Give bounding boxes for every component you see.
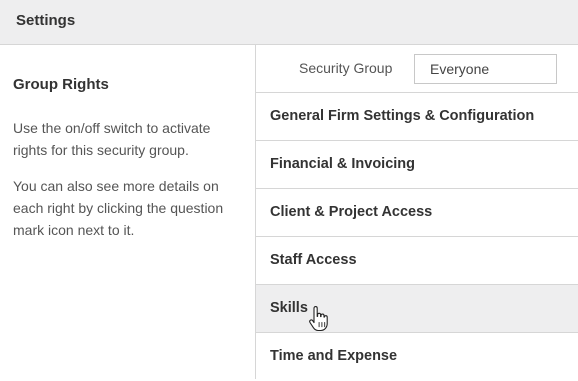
settings-header: Settings: [0, 0, 578, 45]
security-group-field[interactable]: [414, 54, 557, 84]
page-title: Settings: [16, 12, 76, 29]
category-financial-invoicing[interactable]: Financial & Invoicing: [256, 141, 578, 189]
security-group-row: Security Group: [256, 45, 578, 93]
group-rights-description: Use the on/off switch to activate rights…: [13, 120, 211, 158]
category-label: Skills: [270, 300, 308, 316]
group-rights-help-text: You can also see more details on each ri…: [13, 178, 224, 238]
rights-categories-panel: Security Group General Firm Settings & C…: [256, 45, 578, 381]
group-rights-heading: Group Rights: [13, 76, 109, 93]
category-label: Time and Expense: [270, 348, 398, 364]
rights-category-list: General Firm Settings & Configuration Fi…: [256, 93, 578, 381]
category-general-firm-settings[interactable]: General Firm Settings & Configuration: [256, 93, 578, 141]
category-label: General Firm Settings & Configuration: [270, 108, 535, 124]
category-skills[interactable]: Skills: [256, 285, 578, 333]
category-staff-access[interactable]: Staff Access: [256, 237, 578, 285]
category-time-and-expense[interactable]: Time and Expense: [256, 333, 578, 381]
security-group-label: Security Group: [299, 60, 393, 76]
category-client-project-access[interactable]: Client & Project Access: [256, 189, 578, 237]
category-label: Staff Access: [270, 252, 357, 268]
group-rights-panel: Group Rights Use the on/off switch to ac…: [0, 45, 256, 379]
category-label: Client & Project Access: [270, 204, 433, 220]
category-label: Financial & Invoicing: [270, 156, 416, 172]
